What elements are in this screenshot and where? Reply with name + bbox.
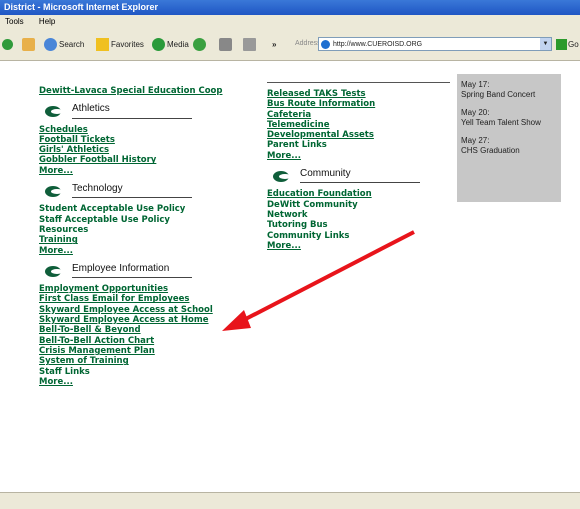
print-button[interactable] — [243, 37, 258, 53]
go-label: Go — [568, 40, 579, 49]
status-bar — [0, 492, 580, 509]
page-icon — [321, 40, 330, 49]
menu-bar: Tools Help — [0, 15, 580, 29]
home-button[interactable] — [22, 37, 37, 53]
arrow-shaft — [235, 230, 415, 326]
home-icon — [22, 38, 35, 52]
back-button[interactable] — [2, 37, 15, 53]
media-button[interactable]: Media — [152, 37, 189, 53]
address-dropdown-icon[interactable]: ▼ — [540, 38, 551, 50]
toolbar-overflow-icon[interactable]: » — [272, 37, 276, 53]
history-button[interactable] — [193, 37, 208, 53]
arrow-head-icon — [222, 310, 251, 331]
print-icon — [243, 38, 256, 52]
go-button[interactable]: Go — [556, 37, 580, 53]
favorites-button[interactable]: Favorites — [96, 37, 144, 53]
address-label: Address — [295, 40, 321, 47]
go-arrow-icon — [556, 39, 567, 51]
red-arrow-annotation — [222, 230, 415, 331]
browser-toolbar: Search Favorites Media » Address http://… — [0, 29, 580, 61]
favorites-label: Favorites — [111, 40, 144, 49]
address-input[interactable]: http://www.CUEROISD.ORG ▼ — [318, 37, 552, 51]
window-title-bar: District - Microsoft Internet Explorer — [0, 0, 580, 15]
menu-help[interactable]: Help — [39, 17, 55, 26]
history-icon — [193, 38, 206, 52]
mail-icon — [219, 38, 232, 52]
media-icon — [152, 38, 165, 52]
search-label: Search — [59, 40, 85, 49]
mail-button[interactable] — [219, 37, 234, 53]
back-arrow-icon — [2, 39, 13, 51]
search-button[interactable]: Search — [44, 37, 84, 53]
search-icon — [44, 38, 57, 52]
media-label: Media — [167, 40, 189, 49]
menu-tools[interactable]: Tools — [5, 17, 24, 26]
page-content: Dewitt-Lavaca Special Education Coop Ath… — [0, 60, 580, 492]
window-title: District - Microsoft Internet Explorer — [4, 2, 159, 12]
address-url: http://www.CUEROISD.ORG — [333, 41, 423, 48]
star-icon — [96, 38, 109, 52]
